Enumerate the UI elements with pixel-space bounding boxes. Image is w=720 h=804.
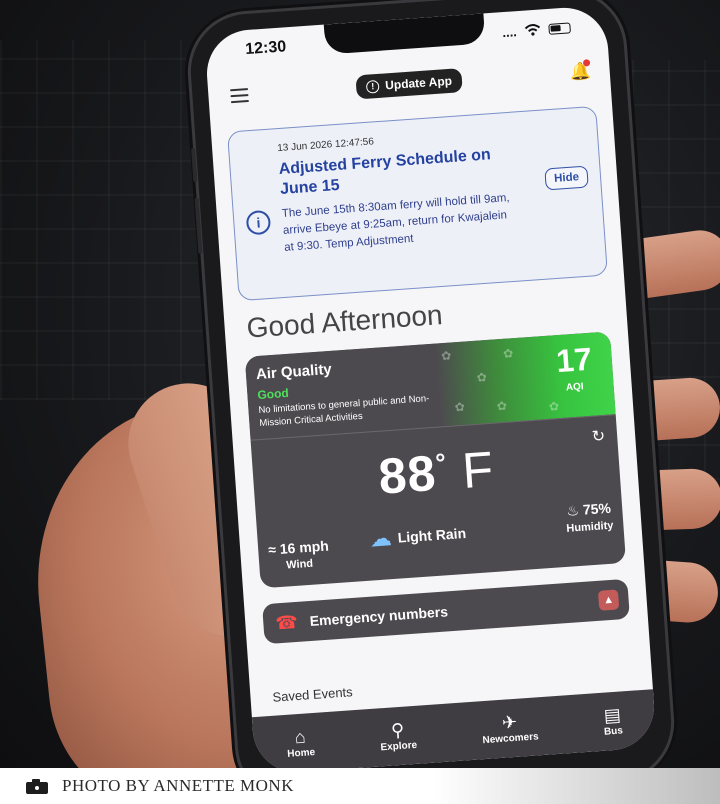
wind-label: Wind (285, 557, 314, 572)
hamburger-icon[interactable] (230, 88, 249, 104)
humidity-value: 75% (582, 499, 612, 518)
announcement-card: i 13 Jun 2026 12:47:56 Adjusted Ferry Sc… (226, 105, 608, 302)
update-app-label: Update App (384, 73, 453, 93)
degree-symbol: ° (434, 447, 448, 478)
bus-icon: ▤ (603, 704, 622, 726)
air-quality-panel[interactable]: ✿ ✿ ✿ ✿ ✿ ✿ Air Quality Good No limitati… (244, 331, 616, 441)
tab-newcomers[interactable]: ✈ Newcomers (481, 711, 539, 746)
emergency-label: Emergency numbers (309, 603, 449, 629)
signal-dots: .... (501, 23, 518, 40)
wifi-icon (524, 24, 541, 36)
phone-icon: ☎ (274, 611, 299, 633)
status-indicators: .... (502, 20, 571, 40)
air-quality-title: Air Quality (255, 360, 333, 384)
status-time: 12:30 (244, 38, 287, 59)
aqi-value: 17 (554, 340, 593, 380)
air-quality-status: Good (256, 385, 290, 403)
leaf-icon: ✿ (476, 370, 488, 385)
humidity-metric: ♨ 75% Humidity (565, 500, 614, 535)
wind-metric: ≈ 16 mph Wind (268, 538, 331, 573)
leaf-icon: ✿ (548, 399, 560, 414)
info-icon: i (245, 209, 272, 236)
announcement-text: The June 15th 8:30am ferry will hold til… (281, 192, 510, 254)
tab-explore[interactable]: ⚲ Explore (379, 719, 418, 753)
search-icon: ⚲ (390, 719, 405, 741)
leaf-icon: ✿ (454, 399, 466, 415)
emergency-numbers-button[interactable]: ☎ Emergency numbers ▲ (262, 578, 630, 645)
wind-value: 16 mph (279, 537, 330, 557)
cloud-rain-icon: ☁ (368, 525, 393, 552)
humidity-label: Humidity (566, 519, 614, 535)
home-icon: ⌂ (293, 726, 307, 747)
photo-background: 12:30 .... ! Update App 🔔 i 13 Jun 2026 … (0, 0, 720, 768)
camera-icon (26, 778, 48, 794)
announcement-body: 13 Jun 2026 12:47:56 Adjusted Ferry Sche… (277, 127, 514, 257)
condition-metric: ☁ Light Rain (369, 520, 467, 553)
photo-credit: PHOTO BY ANNETTE MONK (0, 768, 720, 804)
aqi-unit: AQI (565, 381, 585, 394)
temperature-value: 88 (376, 444, 439, 505)
droplet-icon: ♨ (565, 501, 580, 519)
photo-credit-text: PHOTO BY ANNETTE MONK (62, 776, 294, 795)
temperature-unit: F (460, 440, 496, 499)
plane-landing-icon: ✈ (501, 711, 518, 733)
saved-events-title: Saved Events (272, 684, 354, 705)
condition-label: Light Rain (397, 524, 467, 546)
leaf-icon: ✿ (496, 398, 508, 414)
greeting: Good Afternoon (245, 299, 444, 344)
wind-icon: ≈ (267, 541, 277, 558)
leaf-icon: ✿ (440, 348, 452, 364)
hide-button[interactable]: Hide (544, 165, 589, 191)
tab-bus[interactable]: ▤ Bus (602, 704, 624, 738)
phone: 12:30 .... ! Update App 🔔 i 13 Jun 2026 … (186, 0, 676, 768)
leaf-icon: ✿ (502, 346, 514, 361)
bell-icon[interactable]: 🔔 (569, 59, 591, 82)
tab-label: Explore (380, 739, 418, 753)
tab-label: Bus (603, 724, 624, 738)
chevron-up-icon[interactable]: ▲ (597, 589, 620, 611)
battery-icon (548, 21, 571, 35)
phone-screen: 12:30 .... ! Update App 🔔 i 13 Jun 2026 … (204, 4, 657, 768)
notification-dot (582, 59, 591, 67)
tab-label: Home (286, 746, 316, 760)
tab-home[interactable]: ⌂ Home (286, 726, 316, 760)
tab-label: Newcomers (482, 730, 539, 746)
weather-card[interactable]: ✿ ✿ ✿ ✿ ✿ ✿ Air Quality Good No limitati… (244, 331, 627, 589)
update-app-button[interactable]: ! Update App (355, 68, 463, 100)
info-circle-icon: ! (365, 79, 380, 94)
